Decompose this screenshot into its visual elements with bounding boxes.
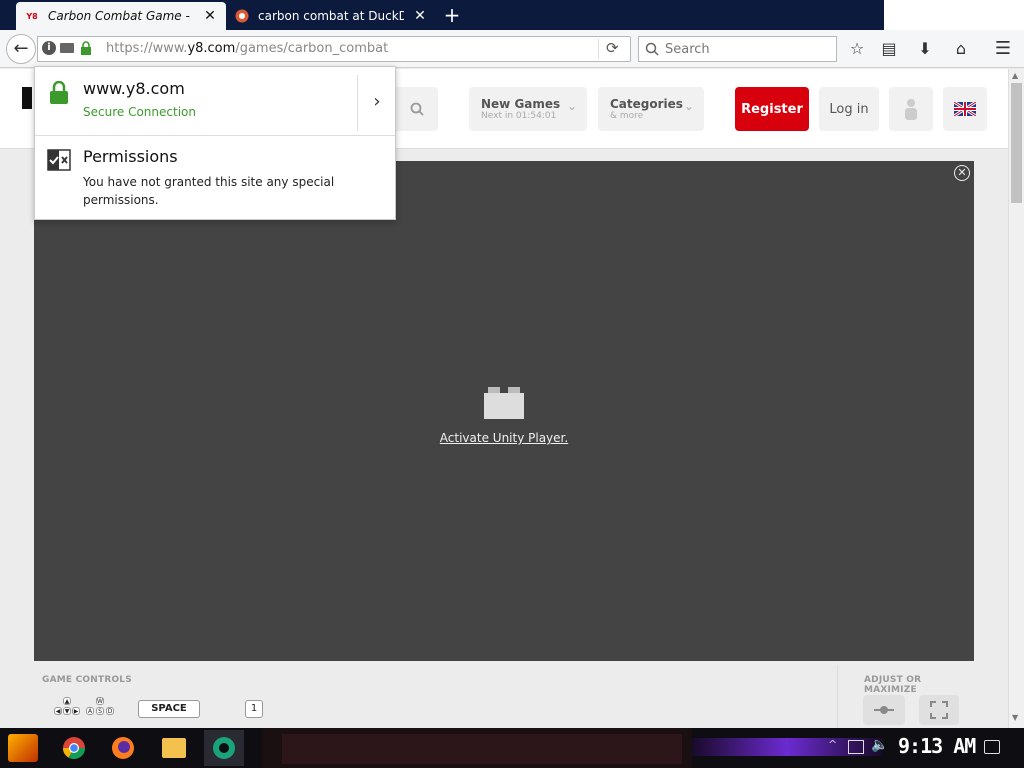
duckduckgo-favicon-icon (234, 8, 250, 24)
space-key: SPACE (138, 700, 200, 718)
close-tab-icon[interactable]: ✕ (202, 8, 218, 24)
chrome-icon[interactable] (62, 736, 86, 760)
controls-divider (837, 665, 838, 728)
y8-logo[interactable] (22, 87, 32, 109)
tab-carbon-combat[interactable]: Y8 Carbon Combat Game - Play ✕ (16, 2, 226, 30)
language-button[interactable] (943, 87, 987, 131)
chevron-right-icon[interactable]: › (358, 75, 396, 131)
taskbar-decoration (262, 728, 692, 768)
resize-slider-icon (874, 706, 894, 714)
back-arrow-icon[interactable]: ← (6, 34, 36, 64)
search-placeholder: Search (665, 42, 710, 57)
categories-label: Categories (610, 97, 683, 111)
chevron-up-icon[interactable]: ^ (828, 738, 837, 751)
scroll-up-arrow-icon[interactable]: ▲ (1012, 71, 1018, 80)
chevron-down-icon: ⌄ (566, 99, 577, 113)
vertical-scrollbar[interactable]: ▲ ▼ (1008, 69, 1024, 728)
search-icon (645, 42, 659, 56)
taskbar-active-app[interactable] (204, 730, 244, 766)
user-silhouette-icon (905, 99, 917, 120)
network-icon[interactable] (848, 740, 864, 754)
lock-icon (50, 81, 68, 104)
file-explorer-folder-icon[interactable] (162, 738, 186, 758)
maximize-button[interactable] (919, 695, 959, 725)
url-divider (598, 39, 599, 59)
register-button[interactable]: Register (735, 87, 809, 131)
notification-icon[interactable] (984, 740, 1000, 754)
wasd-keys-icon: W A S D (86, 697, 114, 715)
hamburger-menu-icon[interactable]: ☰ (992, 38, 1014, 60)
permissions-text: You have not granted this site any speci… (83, 175, 335, 207)
tab-title: carbon combat at DuckDuc (258, 9, 404, 23)
new-games-countdown: Next in 01:54:01 (481, 111, 557, 121)
new-games-label: New Games (481, 97, 561, 111)
taskbar-wallpaper-strip (282, 734, 682, 764)
adjust-size-button[interactable] (863, 695, 905, 725)
close-tab-icon[interactable]: ✕ (412, 8, 428, 24)
unity-plugin-brick-icon (484, 387, 524, 419)
adjust-maximize-title: ADJUST OR MAXIMIZE (864, 675, 922, 695)
lock-icon (81, 41, 91, 55)
tab-strip: Y8 Carbon Combat Game - Play ✕ carbon co… (0, 0, 1024, 30)
categories-sub: & more (610, 111, 644, 121)
permissions-checkbox-icon (47, 149, 71, 171)
search-box[interactable]: Search (638, 36, 837, 62)
game-controls-title: GAME CONTROLS (42, 675, 132, 685)
search-icon (410, 102, 424, 116)
tab-duckduckgo[interactable]: carbon combat at DuckDuc ✕ (226, 2, 436, 30)
plugin-icon[interactable] (60, 43, 74, 53)
permissions-title: Permissions (83, 147, 178, 166)
popup-separator (35, 135, 395, 136)
arrow-keys-icon: ▲ ◀ ▼ ▶ (54, 697, 80, 715)
home-icon[interactable]: ⌂ (950, 38, 972, 60)
url-text: https://www.y8.com/games/carbon_combat (106, 41, 389, 56)
windows-taskbar: ^ 🔈 9:13 AM (0, 728, 1024, 768)
login-button[interactable]: Log in (819, 87, 879, 131)
categories-dropdown[interactable]: Categories & more ⌄ (598, 87, 704, 131)
y8-favicon-icon: Y8 (26, 11, 38, 21)
scrollbar-thumb[interactable] (1011, 83, 1022, 203)
firefox-icon[interactable] (111, 736, 135, 760)
navigation-toolbar: ← i https://www.y8.com/games/carbon_comb… (0, 30, 1024, 68)
popup-domain: www.y8.com (83, 79, 185, 98)
new-games-dropdown[interactable]: New Games Next in 01:54:01 ⌄ (469, 87, 587, 131)
uk-flag-icon (954, 102, 976, 116)
bookmark-star-icon[interactable]: ☆ (846, 38, 868, 60)
scroll-down-arrow-icon[interactable]: ▼ (1012, 713, 1018, 722)
popup-secure-connection: Secure Connection (83, 105, 196, 119)
info-icon[interactable]: i (42, 41, 56, 55)
address-bar[interactable]: i https://www.y8.com/games/carbon_combat… (37, 36, 631, 62)
downloads-arrow-icon[interactable]: ⬇ (914, 38, 936, 60)
app-circle-icon (213, 737, 235, 759)
fullscreen-icon (930, 701, 948, 719)
activate-unity-link[interactable]: Activate Unity Player. (34, 431, 974, 445)
site-identity-popup: www.y8.com Secure Connection › Permissio… (34, 66, 396, 220)
start-button-icon[interactable] (8, 734, 38, 762)
site-search-button[interactable] (396, 87, 438, 131)
game-player-area[interactable]: ✕ Activate Unity Player. (34, 161, 974, 661)
taskbar-clock[interactable]: 9:13 AM (898, 734, 976, 758)
account-button[interactable] (889, 87, 933, 131)
key-one: 1 (245, 700, 263, 718)
close-circle-icon[interactable]: ✕ (954, 165, 970, 181)
tab-title: Carbon Combat Game - Play (48, 9, 194, 23)
new-tab-plus-icon[interactable]: + (440, 4, 464, 28)
reload-icon[interactable]: ⟳ (606, 39, 619, 57)
game-controls-panel: GAME CONTROLS ▲ ◀ ▼ ▶ W A S D SPACE 1 AD… (34, 665, 974, 728)
reading-list-icon[interactable]: ▤ (878, 38, 900, 60)
speaker-icon[interactable]: 🔈 (871, 737, 888, 753)
chevron-down-icon: ⌄ (683, 99, 694, 113)
